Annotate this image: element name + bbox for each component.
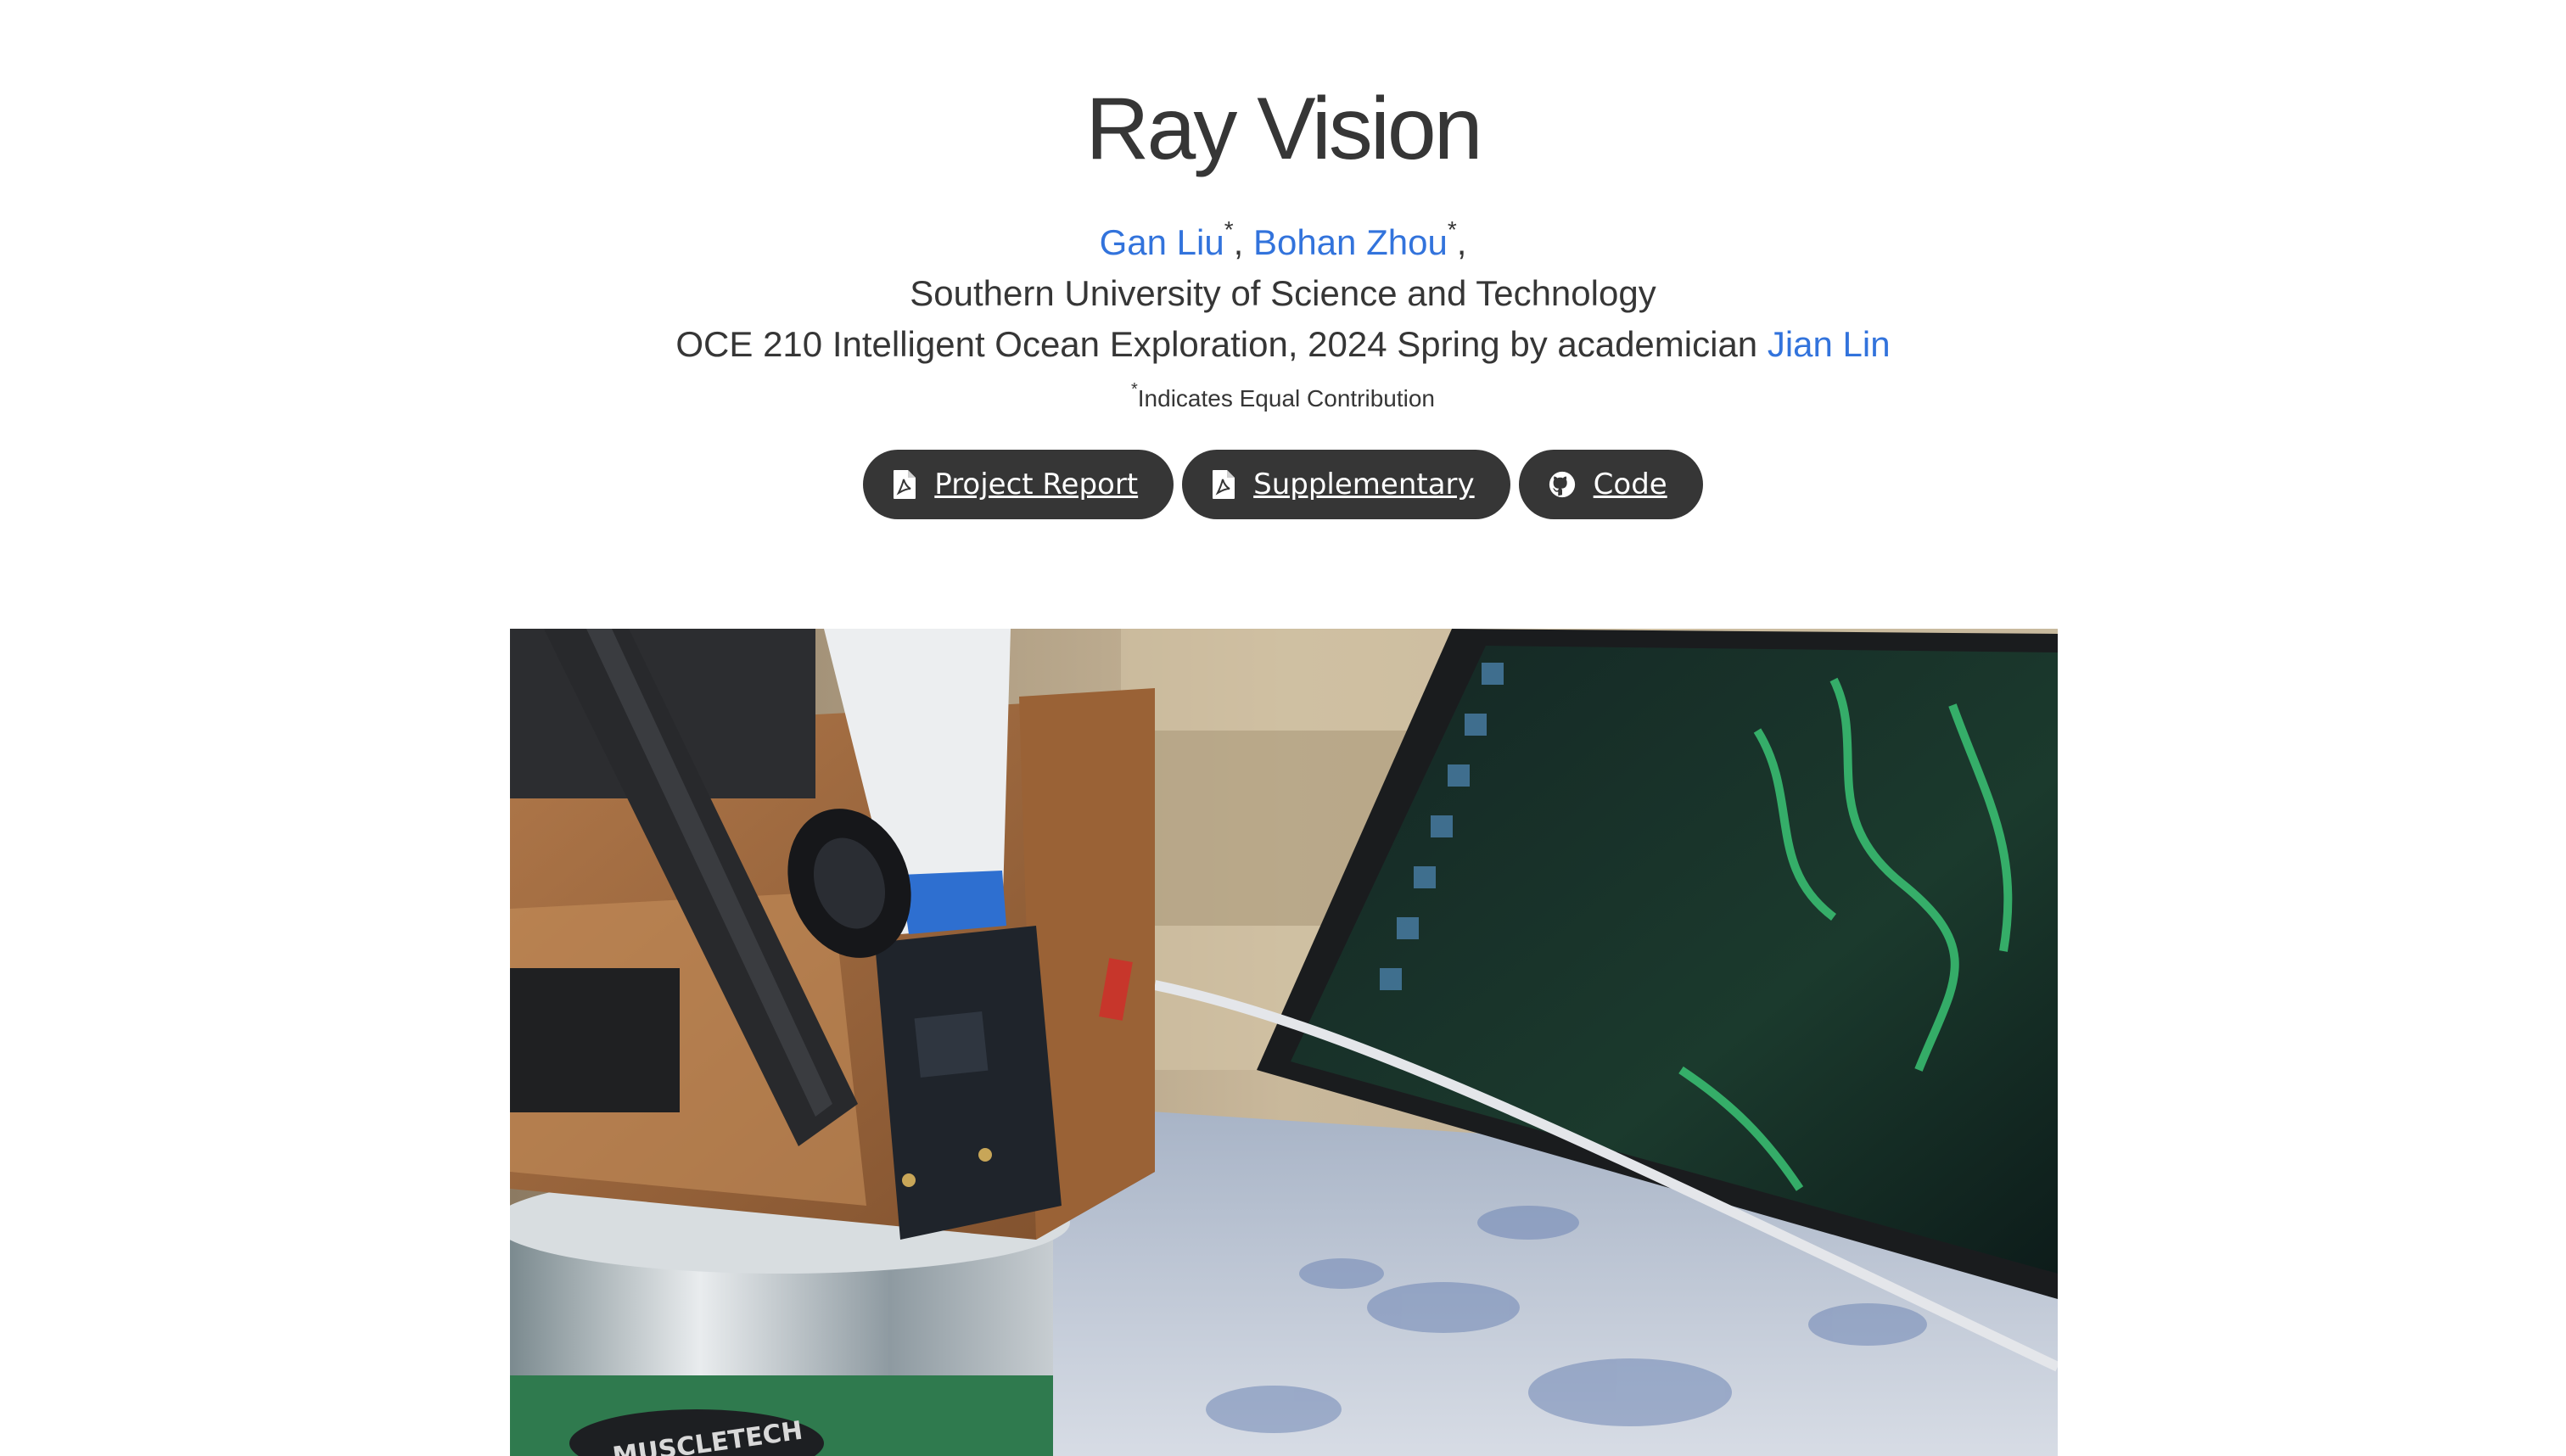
authors-line: Gan Liu*, Bohan Zhou*, bbox=[0, 217, 2566, 268]
project-report-button[interactable]: Project Report bbox=[863, 450, 1174, 519]
github-icon bbox=[1549, 471, 1575, 498]
supplementary-button[interactable]: Supplementary bbox=[1182, 450, 1510, 519]
course-text: OCE 210 Intelligent Ocean Exploration, 2… bbox=[675, 324, 1758, 364]
author-link-bohan-zhou[interactable]: Bohan Zhou bbox=[1253, 222, 1448, 262]
affiliation: Southern University of Science and Techn… bbox=[910, 273, 1656, 313]
code-label: Code bbox=[1593, 468, 1667, 501]
author-separator: , bbox=[1233, 222, 1244, 262]
pdf-icon bbox=[1213, 470, 1235, 499]
instructor-link[interactable]: Jian Lin bbox=[1768, 324, 1891, 364]
device-photo: MUSCLETECH bbox=[510, 629, 2058, 1456]
note-text: Indicates Equal Contribution bbox=[1137, 385, 1435, 412]
equal-contribution-mark: * bbox=[1224, 216, 1234, 243]
project-report-label: Project Report bbox=[934, 468, 1139, 501]
note-mark: * bbox=[1130, 380, 1138, 399]
author-separator: , bbox=[1456, 222, 1467, 262]
pdf-icon bbox=[894, 470, 916, 499]
page-title: Ray Vision bbox=[1085, 80, 1482, 178]
teaser-image: MUSCLETECH bbox=[510, 629, 2058, 1456]
author-link-gan-liu[interactable]: Gan Liu bbox=[1100, 222, 1224, 262]
code-button[interactable]: Code bbox=[1518, 450, 1703, 519]
link-buttons: Project Report Supplementary Code bbox=[0, 450, 2566, 519]
equal-contribution-mark: * bbox=[1447, 216, 1457, 243]
supplementary-label: Supplementary bbox=[1253, 468, 1475, 501]
contribution-note: *Indicates Equal Contribution bbox=[0, 380, 2566, 417]
course-line: OCE 210 Intelligent Ocean Exploration, 2… bbox=[0, 319, 2566, 370]
